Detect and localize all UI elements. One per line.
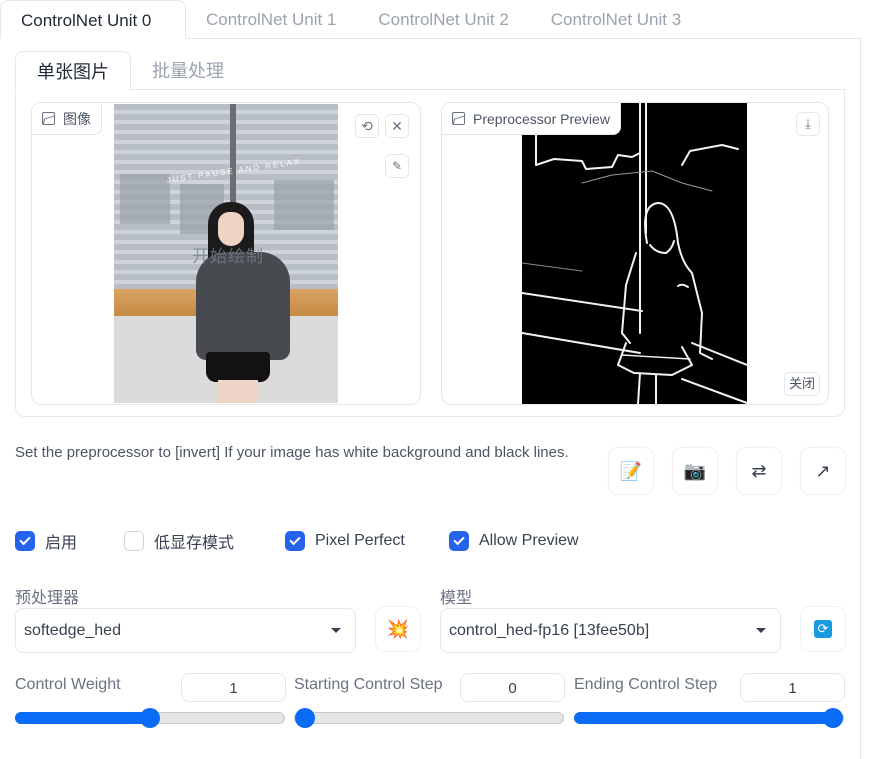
refresh-models-button[interactable]: ⟳ [800, 606, 846, 652]
ending-step-slider[interactable] [574, 708, 844, 728]
checkbox-checked[interactable] [285, 531, 305, 551]
control-weight-input[interactable]: 1 [181, 673, 286, 702]
edge-line [535, 132, 641, 170]
edge-map-image [522, 103, 747, 404]
photo-building [274, 180, 334, 230]
starting-step-input[interactable]: 0 [460, 673, 565, 702]
chevron-down-icon [331, 628, 341, 633]
tab-controlnet-unit-2[interactable]: ControlNet Unit 2 [356, 0, 528, 39]
close-icon: ✕ [391, 117, 403, 134]
slider-thumb[interactable] [295, 708, 315, 728]
edge-line [522, 332, 641, 354]
control-weight-label: Control Weight [15, 676, 121, 693]
memo-pencil-icon: 📝 [619, 460, 643, 481]
edge-line [621, 252, 637, 344]
ending-step-label: Ending Control Step [574, 676, 718, 693]
image-input[interactable]: 图像 JUST PAUSE AND RELAX 开始绘制 ⟲ ✕ ✎ [31, 102, 421, 405]
starting-step-label: Starting Control Step [294, 676, 443, 693]
edge-map-drawing [522, 103, 747, 404]
preprocessor-preview: Preprocessor Preview ⤓ 关闭 [441, 102, 829, 405]
person-legs [218, 380, 258, 403]
preprocessor-select[interactable]: softedge_hed [15, 608, 356, 653]
tab-single-image[interactable]: 单张图片 [15, 51, 131, 90]
edge-line [681, 144, 739, 166]
arrow-up-right-icon: ↗ [815, 460, 831, 481]
brush-button[interactable]: ✎ [385, 154, 409, 178]
person-face [218, 212, 244, 246]
image-icon [452, 112, 465, 125]
checkbox-checked[interactable] [15, 531, 35, 551]
model-select[interactable]: control_hed-fp16 [13fee50b] [440, 608, 781, 653]
checkbox-unchecked[interactable] [124, 531, 144, 551]
tab-batch[interactable]: 批量处理 [131, 51, 245, 90]
enable-label: 启用 [45, 535, 78, 552]
swap-arrows-icon: ⇄ [751, 460, 767, 481]
slider-fill [574, 712, 833, 724]
download-icon: ⤓ [805, 116, 811, 131]
slider-fill [15, 712, 150, 724]
clear-button[interactable]: ✕ [385, 114, 409, 138]
pixel-perfect-checkbox[interactable]: Pixel Perfect [285, 529, 405, 553]
ending-step-input[interactable]: 1 [740, 673, 845, 702]
invert-hint-text: Set the preprocessor to [invert] If your… [15, 444, 569, 461]
start-drawing-text: 开始绘制 [192, 247, 264, 266]
image-icon [42, 112, 55, 125]
slider-thumb[interactable] [140, 708, 160, 728]
tab-controlnet-unit-0[interactable]: ControlNet Unit 0 [0, 0, 186, 39]
refresh-icon: ⟳ [814, 620, 832, 638]
edge-line [649, 240, 675, 254]
slider-thumb[interactable] [823, 708, 843, 728]
low-vram-label: 低显存模式 [154, 535, 235, 552]
edge-line [644, 202, 693, 274]
low-vram-checkbox[interactable]: 低显存模式 [124, 529, 234, 553]
edge-line [621, 354, 691, 360]
chevron-down-icon [756, 628, 766, 633]
edge-line [637, 372, 641, 404]
webcam-button[interactable]: 📷 [672, 447, 718, 495]
brush-icon: ✎ [391, 159, 403, 173]
edge-line [677, 283, 689, 288]
undo-button[interactable]: ⟲ [355, 114, 379, 138]
checkbox-checked[interactable] [449, 531, 469, 551]
edge-line [522, 262, 583, 272]
allow-preview-label: Allow Preview [479, 532, 579, 549]
model-value: control_hed-fp16 [13fee50b] [449, 621, 650, 639]
model-label: 模型 [440, 590, 473, 607]
person-skirt [206, 352, 270, 382]
camera-icon: 📷 [683, 460, 707, 481]
person-sweater [196, 252, 290, 360]
send-dimensions-button[interactable]: ↗ [800, 447, 846, 495]
undo-icon: ⟲ [361, 117, 373, 134]
starting-step-slider[interactable] [294, 708, 564, 728]
preprocessor-label: 预处理器 [15, 590, 80, 607]
run-preprocessor-button[interactable]: 💥 [375, 606, 421, 652]
tab-controlnet-unit-1[interactable]: ControlNet Unit 1 [186, 0, 356, 39]
image-label-text: 图像 [63, 110, 91, 127]
mirror-webcam-button[interactable]: ⇄ [736, 447, 782, 495]
enable-checkbox[interactable]: 启用 [15, 529, 77, 553]
pixel-perfect-label: Pixel Perfect [315, 532, 405, 549]
close-preview-button[interactable]: 关闭 [783, 372, 820, 396]
edge-line [681, 378, 747, 404]
input-photo[interactable]: JUST PAUSE AND RELAX 开始绘制 [114, 104, 338, 403]
preview-label-text: Preprocessor Preview [473, 110, 610, 127]
create-canvas-button[interactable]: 📝 [608, 447, 654, 495]
image-input-label: 图像 [32, 103, 102, 135]
control-weight-slider[interactable] [15, 708, 285, 728]
preprocessor-value: softedge_hed [24, 621, 121, 639]
unit-tabs: ControlNet Unit 0 ControlNet Unit 1 Cont… [0, 0, 701, 39]
inner-tabs: 单张图片 批量处理 [15, 51, 245, 90]
download-button[interactable]: ⤓ [796, 112, 820, 136]
preview-label: Preprocessor Preview [442, 103, 621, 135]
photo-building [120, 174, 170, 224]
tab-controlnet-unit-3[interactable]: ControlNet Unit 3 [529, 0, 701, 39]
allow-preview-checkbox[interactable]: Allow Preview [449, 529, 579, 553]
explosion-icon: 💥 [386, 618, 410, 639]
